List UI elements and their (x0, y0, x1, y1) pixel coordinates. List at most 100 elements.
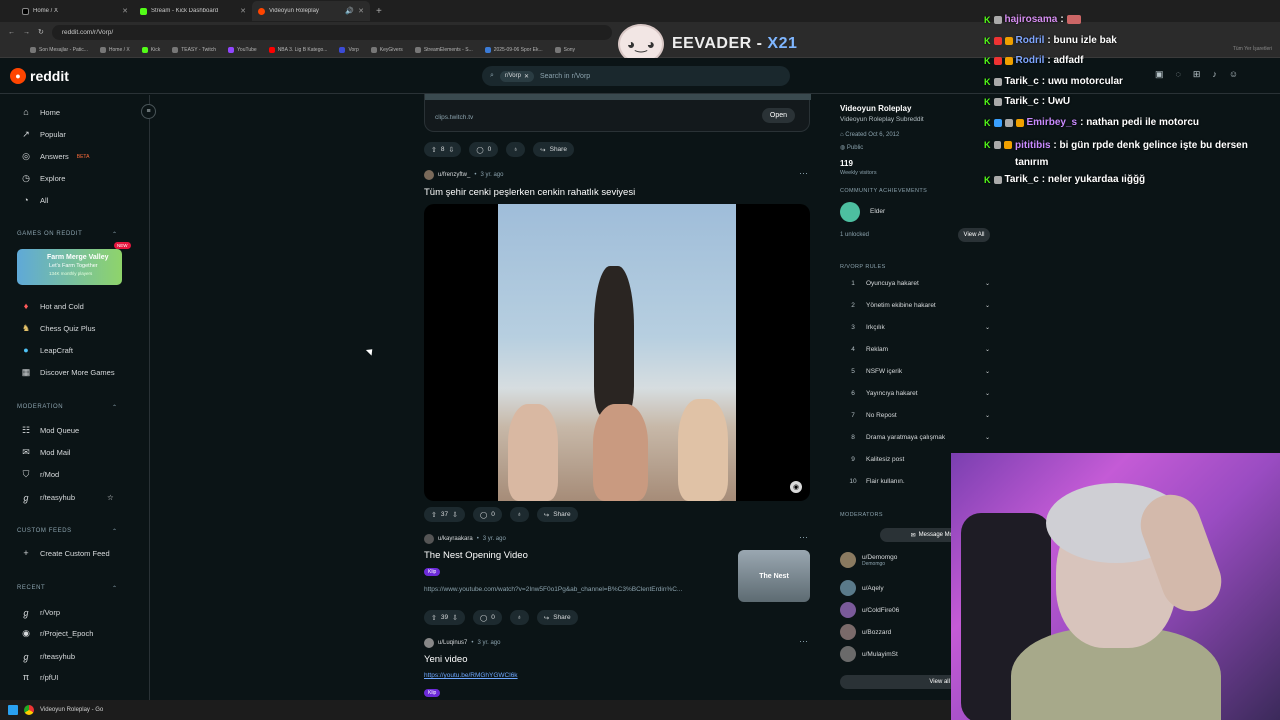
url-field[interactable]: reddit.com/r/Vorp/ (51, 24, 612, 40)
windows-start-icon[interactable] (8, 705, 18, 715)
rule-item[interactable]: 6 Yayıncıya hakaret ⌄ (840, 390, 990, 397)
bookmark[interactable]: YouTube (228, 46, 257, 53)
custom-feeds-header[interactable]: CUSTOM FEEDS ⌃ (17, 528, 117, 535)
volume-icon[interactable]: ◉ (790, 481, 802, 493)
nav-r-mod[interactable]: ⛉ r/Mod (20, 469, 60, 480)
share-button[interactable]: ↪ Share (533, 142, 574, 157)
post-link[interactable]: https://www.youtube.com/watch?v=2Inw5F0o… (424, 586, 734, 593)
more-options-icon[interactable]: ⋯ (799, 636, 808, 647)
close-icon[interactable]: ✕ (358, 7, 364, 15)
recent-r-project-epoch[interactable]: ◉ r/Project_Epoch (20, 628, 93, 639)
post-title[interactable]: Tüm şehir cenki peşlerken cenkin rahatlı… (424, 187, 635, 198)
more-options-icon[interactable]: ⋯ (799, 532, 808, 543)
moderator-item[interactable]: u/Demomgo Demomgo (840, 552, 897, 568)
link-preview-card[interactable]: clips.twitch.tv Open (424, 94, 811, 132)
recent-header[interactable]: RECENT ⌃ (17, 585, 117, 592)
flair-badge[interactable]: Klip (424, 689, 441, 697)
award-button[interactable]: ♁ (509, 610, 529, 625)
speaker-icon[interactable]: 🔊 (345, 7, 354, 15)
nav-answers[interactable]: ◎ Answers BETA (20, 151, 89, 162)
comments-button[interactable]: ◯ 0 (469, 142, 499, 157)
nav-explore[interactable]: ◷ Explore (20, 173, 65, 184)
comments-button[interactable]: ◯ 0 (472, 610, 502, 625)
bookmark[interactable]: Home / X (99, 46, 130, 53)
post-meta: u/Luqinus7 • 3 yr. ago (424, 638, 500, 648)
recent-r-teasyhub[interactable]: ℊ r/teasyhub (20, 650, 75, 663)
rule-item[interactable]: 3 Irkçılık ⌄ (840, 324, 990, 331)
moderator-item[interactable]: u/Aqely (840, 580, 884, 596)
moderation-section-header[interactable]: MODERATION ⌃ (17, 404, 117, 411)
back-icon[interactable]: ← (8, 29, 15, 36)
rule-item[interactable]: 2 Yönetim ekibine hakaret ⌄ (840, 302, 990, 309)
view-all-button[interactable]: View All (958, 228, 990, 242)
search-scope-chip[interactable]: r/Vorp ✕ (499, 70, 534, 82)
bookmark[interactable]: Son Mesajlar - Patic... (30, 46, 88, 53)
post-title[interactable]: The Nest Opening Video (424, 550, 528, 561)
game-chess-quiz[interactable]: ♞ Chess Quiz Plus (20, 323, 95, 334)
bookmark[interactable]: TEASY - Twitch (172, 46, 216, 53)
share-button[interactable]: ↪ Share (536, 507, 578, 522)
recent-r-vorp[interactable]: ℊ r/Vorp (20, 606, 60, 619)
search-input[interactable]: ⌕ r/Vorp ✕ Search in r/Vorp (482, 66, 790, 86)
moderator-item[interactable]: u/ColdFire06 (840, 602, 899, 618)
tab-home-x[interactable]: Home / X ✕ (16, 1, 134, 21)
nav-all[interactable]: ◔ All (20, 195, 48, 205)
tab-kick-dashboard[interactable]: Stream - Kick Dashboard ✕ (134, 1, 252, 21)
award-button[interactable]: ♁ (509, 507, 529, 522)
bookmark[interactable]: Sony (554, 46, 575, 53)
bookmark[interactable]: StreamElements - S... (414, 46, 473, 53)
collapse-sidebar-button[interactable]: ≡ (141, 104, 156, 119)
rule-item[interactable]: 4 Reklam ⌄ (840, 346, 990, 353)
recent-r-pfui[interactable]: π r/pfUI (20, 672, 58, 682)
video-player[interactable]: ◉ (424, 204, 810, 501)
vote-control[interactable]: ⇧ 39 ⇩ (424, 610, 465, 625)
close-icon[interactable]: ✕ (122, 7, 128, 15)
moderator-item[interactable]: u/MulayimSt (840, 646, 898, 662)
vote-control[interactable]: ⇧ 8 ⇩ (424, 142, 462, 157)
new-tab-button[interactable]: + (376, 6, 382, 17)
nav-r-teasyhub[interactable]: ℊ r/teasyhub ☆ (20, 491, 114, 504)
close-icon[interactable]: ✕ (524, 73, 529, 80)
discover-more-games[interactable]: ▦ Discover More Games (20, 367, 115, 378)
star-icon[interactable]: ☆ (107, 493, 114, 502)
rule-item[interactable]: 5 NSFW içerik ⌄ (840, 368, 990, 375)
comments-button[interactable]: ◯ 0 (472, 507, 502, 522)
nav-mod-queue[interactable]: ☷ Mod Queue (20, 425, 79, 436)
bookmark[interactable]: NBA 3. Lig B Katego... (268, 46, 327, 53)
link-thumbnail[interactable]: The Nest (738, 550, 810, 602)
avatar (424, 534, 434, 544)
game-hot-and-cold[interactable]: ♦ Hot and Cold (20, 301, 84, 311)
game-leapcraft[interactable]: ● LeapCraft (20, 345, 73, 355)
rule-item[interactable]: 7 No Repost ⌄ (840, 412, 990, 419)
more-options-icon[interactable]: ⋯ (799, 168, 808, 179)
rule-item[interactable]: 1 Oyuncuya hakaret ⌄ (840, 280, 990, 287)
tab-videoyun-roleplay[interactable]: Videoyun Roleplay 🔊 ✕ (252, 1, 370, 21)
close-icon[interactable]: ✕ (240, 7, 246, 15)
nav-popular[interactable]: ↗ Popular (20, 129, 66, 140)
nav-mod-mail[interactable]: ✉ Mod Mail (20, 447, 70, 458)
bookmark[interactable]: 2025-09-06 Spor Ek... (484, 46, 543, 53)
webcam-feed (951, 453, 1280, 720)
post-link[interactable]: https://youtu.be/RMGhYGWCl6k (424, 672, 734, 679)
post-title[interactable]: Yeni video (424, 654, 468, 665)
vote-control[interactable]: ⇧ 37 ⇩ (424, 507, 465, 522)
bookmark[interactable]: KeyGivers (370, 46, 403, 53)
reddit-logo[interactable]: ● reddit (10, 68, 69, 84)
award-button[interactable]: ♁ (506, 142, 526, 157)
reload-icon[interactable]: ↻ (38, 28, 44, 36)
games-section-header[interactable]: GAMES ON REDDIT ⌃ (17, 231, 117, 238)
bookmark[interactable]: Kick (141, 46, 160, 53)
create-custom-feed[interactable]: + Create Custom Feed (20, 548, 109, 558)
open-button[interactable]: Open (761, 108, 795, 123)
flair-badge[interactable]: Klip (424, 568, 441, 576)
moderator-item[interactable]: u/Bozzard (840, 624, 891, 640)
chrome-icon[interactable] (24, 705, 34, 715)
taskbar-app[interactable]: Videoyun Roleplay - Go (40, 707, 103, 713)
nav-home[interactable]: ⌂ Home (20, 107, 60, 117)
share-button[interactable]: ↪ Share (536, 610, 578, 625)
rule-item[interactable]: 8 Drama yaratmaya çalışmak ⌄ (840, 434, 990, 441)
bookmark[interactable]: Vorp (339, 46, 359, 53)
game-card-farm-merge-valley[interactable]: Farm Merge Valley Let's Farm Together 13… (17, 249, 122, 285)
forward-icon[interactable]: → (23, 29, 30, 36)
chat-message: K Tarik_c: UwU (984, 96, 1071, 107)
